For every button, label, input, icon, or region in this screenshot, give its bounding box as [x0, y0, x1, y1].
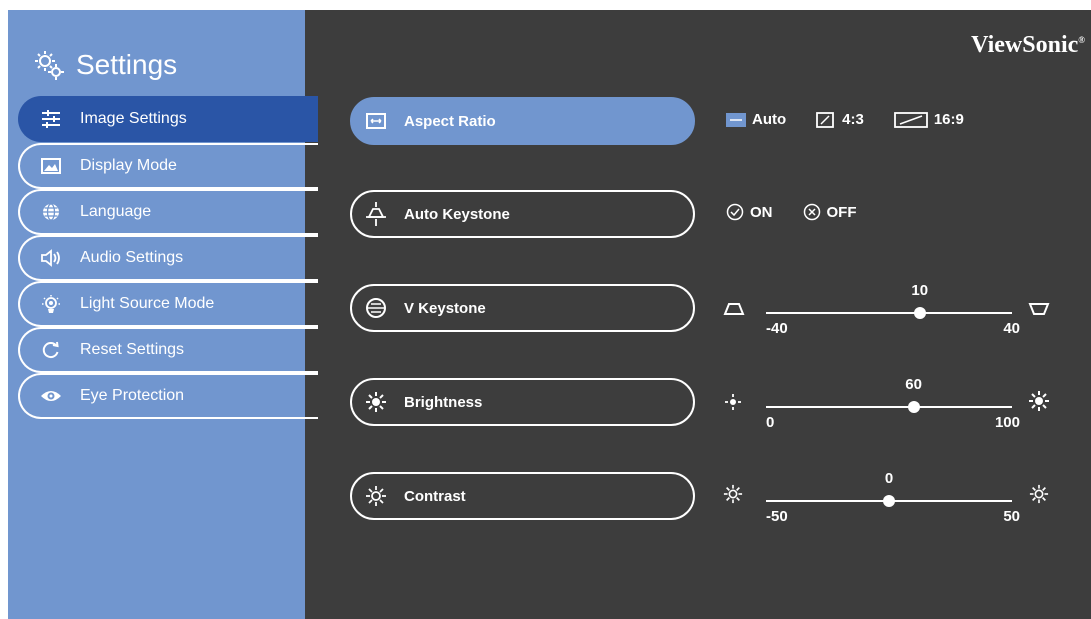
contrast-icon	[362, 484, 390, 508]
option-label: Aspect Ratio	[404, 112, 496, 130]
auto-keystone-off-choice[interactable]: OFF	[803, 203, 857, 221]
contrast-max-icon	[1029, 484, 1049, 504]
keystone-max-icon	[1028, 303, 1050, 315]
option-label: Contrast	[404, 487, 466, 505]
settings-title: Settings	[76, 49, 178, 80]
slider-track	[766, 312, 1012, 314]
lamp-icon	[40, 293, 62, 315]
auto-keystone-option[interactable]: Auto Keystone	[350, 190, 695, 238]
contrast-slider[interactable]: 0 -50 50	[723, 468, 1058, 528]
keystone-min-icon	[723, 303, 745, 315]
slider-max: 100	[994, 414, 1020, 431]
contrast-min-icon	[723, 484, 743, 504]
slider-knob[interactable]	[913, 307, 926, 319]
aspect-ratio-values: Auto 4:3 16:9	[726, 111, 994, 128]
x-circle-icon	[803, 203, 820, 221]
picture-icon	[40, 155, 62, 177]
check-circle-icon	[726, 203, 744, 221]
slider-min: -40	[766, 320, 788, 337]
brightness-max-icon	[1029, 391, 1049, 411]
sidebar-item-light-source-mode[interactable]: Light Source Mode	[18, 281, 318, 327]
sidebar-item-label: Image Settings	[80, 110, 187, 127]
sidebar-item-label: Light Source Mode	[80, 295, 215, 312]
v-keystone-slider[interactable]: 10 -40 40	[723, 280, 1058, 340]
slider-max: 50	[1003, 508, 1020, 525]
slider-knob[interactable]	[883, 495, 895, 507]
brightness-icon	[362, 390, 390, 414]
sidebar-item-image-settings[interactable]: Image Settings	[18, 96, 318, 142]
aspect-4-3-choice[interactable]: 4:3	[816, 111, 864, 128]
slider-min: 0	[766, 414, 775, 431]
sliders-icon	[40, 108, 62, 130]
aspect-auto-choice[interactable]: Auto	[726, 111, 786, 128]
slider-value: 60	[905, 376, 922, 393]
speaker-icon	[40, 247, 62, 269]
aspect-ratio-option[interactable]: Aspect Ratio	[350, 97, 695, 145]
slider-value: 10	[911, 282, 929, 299]
globe-icon	[40, 201, 62, 223]
v-keystone-option[interactable]: V Keystone	[350, 284, 695, 332]
option-label: V Keystone	[404, 299, 486, 317]
settings-screen: Settings Image Settings Display Mode Lan…	[8, 10, 1091, 619]
auto-keystone-values: ON OFF	[726, 203, 887, 221]
brightness-min-icon	[725, 394, 741, 410]
aspect-16-9-icon	[893, 111, 928, 128]
sidebar-item-label: Audio Settings	[80, 249, 184, 266]
sidebar-item-label: Reset Settings	[80, 341, 185, 358]
slider-max: 40	[1003, 320, 1020, 337]
slider-knob[interactable]	[907, 401, 920, 413]
sidebar-item-label: Eye Protection	[80, 387, 185, 404]
sidebar-item-label: Display Mode	[80, 157, 177, 174]
aspect-4-3-icon	[816, 111, 835, 128]
auto-aspect-icon	[726, 112, 746, 127]
slider-track	[766, 406, 1012, 408]
brightness-option[interactable]: Brightness	[350, 378, 695, 426]
sidebar-item-audio-settings[interactable]: Audio Settings	[18, 235, 318, 281]
option-label: Brightness	[404, 393, 483, 411]
sidebar-item-language[interactable]: Language	[18, 189, 318, 235]
sidebar-title: Settings	[32, 48, 177, 82]
auto-keystone-icon	[362, 202, 390, 226]
aspect-16-9-choice[interactable]: 16:9	[893, 111, 964, 128]
aspect-ratio-icon	[362, 109, 390, 133]
sidebar-item-eye-protection[interactable]: Eye Protection	[18, 373, 318, 419]
contrast-option[interactable]: Contrast	[350, 472, 695, 520]
sidebar-item-reset-settings[interactable]: Reset Settings	[18, 327, 318, 373]
v-keystone-icon	[362, 296, 390, 320]
gear-icon	[35, 51, 64, 80]
brightness-slider[interactable]: 60 0 100	[723, 374, 1058, 434]
reset-icon	[40, 339, 62, 361]
brand-logo: ViewSonic®	[971, 32, 1085, 58]
sidebar: Settings Image Settings Display Mode Lan…	[8, 10, 318, 619]
slider-min: -50	[766, 508, 788, 525]
slider-value: 0	[884, 470, 894, 487]
option-label: Auto Keystone	[404, 205, 510, 223]
auto-keystone-on-choice[interactable]: ON	[726, 203, 773, 221]
eye-icon	[40, 385, 62, 407]
sidebar-item-label: Language	[80, 203, 152, 220]
sidebar-item-display-mode[interactable]: Display Mode	[18, 143, 318, 189]
